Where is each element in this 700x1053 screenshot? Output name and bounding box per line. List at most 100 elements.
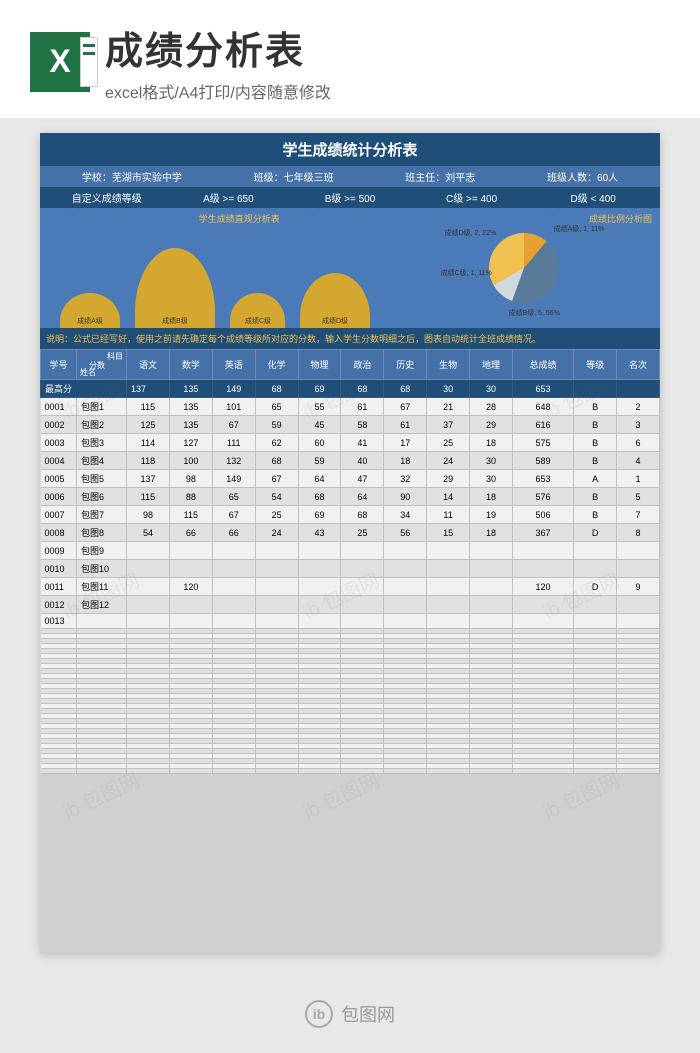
cell[interactable]: 0010	[41, 560, 77, 578]
cell[interactable]	[512, 614, 573, 629]
cell[interactable]: 18	[470, 524, 513, 542]
cell[interactable]: 61	[384, 416, 427, 434]
cell[interactable]: 589	[512, 452, 573, 470]
cell[interactable]: 66	[169, 524, 212, 542]
cell[interactable]: 0002	[41, 416, 77, 434]
cell[interactable]: 90	[384, 488, 427, 506]
cell[interactable]	[512, 596, 573, 614]
cell[interactable]	[427, 596, 470, 614]
cell[interactable]	[127, 614, 170, 629]
cell[interactable]	[255, 596, 298, 614]
cell[interactable]: 8	[617, 524, 660, 542]
cell[interactable]	[41, 769, 77, 774]
cell[interactable]	[470, 596, 513, 614]
cell[interactable]	[617, 542, 660, 560]
cell[interactable]: 135	[169, 398, 212, 416]
cell[interactable]	[341, 614, 384, 629]
cell[interactable]: 575	[512, 434, 573, 452]
cell[interactable]: 0003	[41, 434, 77, 452]
cell[interactable]: D	[574, 578, 617, 596]
cell[interactable]	[298, 560, 341, 578]
cell[interactable]	[169, 769, 212, 774]
cell[interactable]: 114	[127, 434, 170, 452]
cell[interactable]: 648	[512, 398, 573, 416]
cell[interactable]: 115	[127, 398, 170, 416]
cell[interactable]: 37	[427, 416, 470, 434]
cell[interactable]: 9	[617, 578, 660, 596]
cell[interactable]: 18	[470, 488, 513, 506]
cell[interactable]: 43	[298, 524, 341, 542]
cell[interactable]: 7	[617, 506, 660, 524]
cell[interactable]: 包图6	[77, 488, 127, 506]
cell[interactable]	[212, 542, 255, 560]
cell[interactable]	[384, 578, 427, 596]
cell[interactable]: 60	[298, 434, 341, 452]
cell[interactable]: 25	[341, 524, 384, 542]
cell[interactable]: B	[574, 434, 617, 452]
cell[interactable]: 0009	[41, 542, 77, 560]
cell[interactable]: 66	[212, 524, 255, 542]
cell[interactable]: 98	[169, 470, 212, 488]
cell[interactable]: 616	[512, 416, 573, 434]
cell[interactable]: 67	[212, 506, 255, 524]
cell[interactable]: B	[574, 488, 617, 506]
cell[interactable]: 54	[127, 524, 170, 542]
cell[interactable]: 包图4	[77, 452, 127, 470]
cell[interactable]: 30	[470, 452, 513, 470]
cell[interactable]	[169, 614, 212, 629]
cell[interactable]	[341, 542, 384, 560]
cell[interactable]: 29	[470, 416, 513, 434]
cell[interactable]: 0005	[41, 470, 77, 488]
cell[interactable]: 24	[255, 524, 298, 542]
cell[interactable]	[574, 769, 617, 774]
cell[interactable]	[427, 542, 470, 560]
cell[interactable]	[427, 578, 470, 596]
cell[interactable]: 65	[255, 398, 298, 416]
cell[interactable]	[512, 560, 573, 578]
cell[interactable]	[127, 769, 170, 774]
cell[interactable]: 24	[427, 452, 470, 470]
cell[interactable]	[427, 769, 470, 774]
cell[interactable]: 25	[255, 506, 298, 524]
cell[interactable]: B	[574, 416, 617, 434]
cell[interactable]	[212, 578, 255, 596]
cell[interactable]	[617, 596, 660, 614]
cell[interactable]	[298, 614, 341, 629]
cell[interactable]	[470, 578, 513, 596]
cell[interactable]: 58	[341, 416, 384, 434]
cell[interactable]: 41	[341, 434, 384, 452]
cell[interactable]	[512, 769, 573, 774]
cell[interactable]: 125	[127, 416, 170, 434]
cell[interactable]	[341, 769, 384, 774]
cell[interactable]	[470, 614, 513, 629]
cell[interactable]	[255, 560, 298, 578]
cell[interactable]	[384, 596, 427, 614]
cell[interactable]: 68	[298, 488, 341, 506]
cell[interactable]: 包图11	[77, 578, 127, 596]
cell[interactable]: 137	[127, 470, 170, 488]
cell[interactable]: 25	[427, 434, 470, 452]
cell[interactable]	[127, 560, 170, 578]
cell[interactable]: 67	[212, 416, 255, 434]
cell[interactable]: 506	[512, 506, 573, 524]
cell[interactable]: 127	[169, 434, 212, 452]
cell[interactable]: 65	[212, 488, 255, 506]
cell[interactable]: 5	[617, 488, 660, 506]
cell[interactable]: 包图1	[77, 398, 127, 416]
cell[interactable]: 2	[617, 398, 660, 416]
cell[interactable]	[127, 596, 170, 614]
cell[interactable]: 包图12	[77, 596, 127, 614]
cell[interactable]	[427, 614, 470, 629]
cell[interactable]: 67	[384, 398, 427, 416]
cell[interactable]: B	[574, 452, 617, 470]
cell[interactable]: 98	[127, 506, 170, 524]
cell[interactable]: 111	[212, 434, 255, 452]
cell[interactable]: 59	[255, 416, 298, 434]
cell[interactable]: 21	[427, 398, 470, 416]
cell[interactable]	[470, 560, 513, 578]
cell[interactable]: 45	[298, 416, 341, 434]
cell[interactable]: 包图5	[77, 470, 127, 488]
cell[interactable]	[212, 596, 255, 614]
cell[interactable]: 包图7	[77, 506, 127, 524]
cell[interactable]	[470, 542, 513, 560]
